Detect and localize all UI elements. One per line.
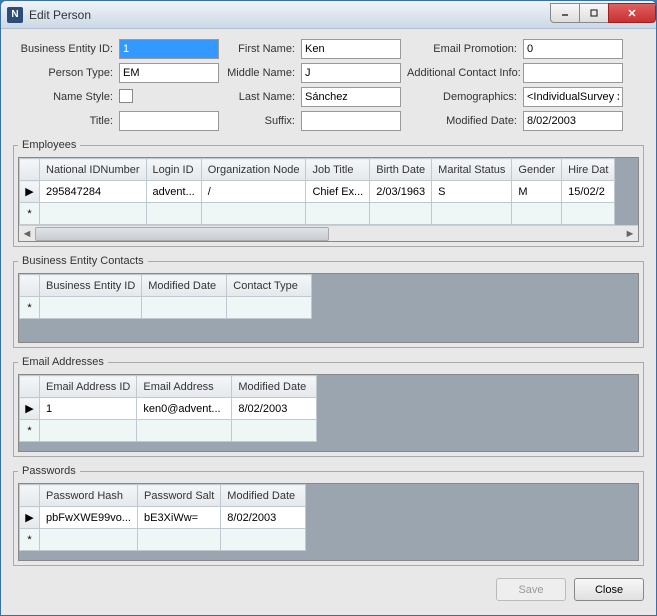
edit-person-window: N Edit Person Business Entity ID: First … [0,0,657,616]
label-fname: First Name: [225,43,295,55]
col-pwhash[interactable]: Password Hash [40,485,138,507]
emails-legend: Email Addresses [18,356,108,368]
last-name-field[interactable] [301,87,401,107]
label-beid: Business Entity ID: [13,43,113,55]
row-header-corner [20,159,40,181]
new-row-icon: * [20,420,40,442]
col-email-addr[interactable]: Email Address [137,376,232,398]
suffix-field[interactable] [301,111,401,131]
label-mname: Middle Name: [225,67,295,79]
cell[interactable]: pbFwXWE99vo... [40,507,138,529]
emails-grid[interactable]: Email Address ID Email Address Modified … [19,375,317,442]
label-title: Title: [13,115,113,127]
current-row-icon: ▶ [20,507,40,529]
additional-contact-info-field[interactable] [523,63,623,83]
new-row[interactable]: * [20,420,317,442]
cell[interactable]: 8/02/2003 [221,507,306,529]
col-hire-date[interactable]: Hire Dat [562,159,615,181]
col-pwsalt[interactable]: Password Salt [137,485,220,507]
employees-hscrollbar[interactable]: ◄ ► [19,225,638,241]
content-area: Business Entity ID: First Name: Email Pr… [1,29,656,615]
person-type-field[interactable] [119,63,219,83]
table-row[interactable]: ▶ pbFwXWE99vo... bE3XiWw= 8/02/2003 [20,507,306,529]
title-field[interactable] [119,111,219,131]
label-nstyle: Name Style: [13,91,113,103]
cell[interactable]: 8/02/2003 [232,398,317,420]
table-row[interactable]: ▶ 1 ken0@advent... 8/02/2003 [20,398,317,420]
middle-name-field[interactable] [301,63,401,83]
bec-legend: Business Entity Contacts [18,255,148,267]
cell[interactable]: S [432,181,512,203]
col-birth-date[interactable]: Birth Date [370,159,432,181]
col-ctype[interactable]: Contact Type [227,275,312,297]
label-mdate: Modified Date: [407,115,517,127]
person-form: Business Entity ID: First Name: Email Pr… [13,39,644,131]
emails-section: Email Addresses Email Address ID Email A… [13,356,644,457]
dialog-footer: Save Close [13,574,644,601]
cell[interactable]: 295847284 [40,181,147,203]
window-title: Edit Person [29,8,551,22]
employees-legend: Employees [18,139,80,151]
maximize-button[interactable] [579,3,609,23]
label-epromo: Email Promotion: [407,43,517,55]
col-login-id[interactable]: Login ID [146,159,201,181]
label-demo: Demographics: [407,91,517,103]
col-national-id[interactable]: National IDNumber [40,159,147,181]
current-row-icon: ▶ [20,398,40,420]
label-lname: Last Name: [225,91,295,103]
cell[interactable]: 15/02/2 [562,181,615,203]
col-mdate[interactable]: Modified Date [221,485,306,507]
app-icon: N [7,7,23,23]
label-suffix: Suffix: [225,115,295,127]
col-job-title[interactable]: Job Title [306,159,370,181]
col-org-node[interactable]: Organization Node [201,159,306,181]
passwords-section: Passwords Password Hash Password Salt Mo… [13,465,644,566]
save-button[interactable]: Save [496,578,566,601]
new-row[interactable]: * [20,297,312,319]
cell[interactable]: Chief Ex... [306,181,370,203]
label-aci: Additional Contact Info: [407,67,517,79]
label-ptype: Person Type: [13,67,113,79]
passwords-legend: Passwords [18,465,80,477]
employees-section: Employees National IDNumber Login ID Org… [13,139,644,247]
col-beid[interactable]: Business Entity ID [40,275,142,297]
cell[interactable]: ken0@advent... [137,398,232,420]
cell[interactable]: M [512,181,562,203]
new-row[interactable]: * [20,529,306,551]
demographics-field[interactable] [523,87,623,107]
cell[interactable]: 1 [40,398,137,420]
col-mdate[interactable]: Modified Date [232,376,317,398]
modified-date-field[interactable] [523,111,623,131]
minimize-button[interactable] [550,3,580,23]
cell[interactable]: 2/03/1963 [370,181,432,203]
table-row[interactable]: ▶ 295847284 advent... / Chief Ex... 2/03… [20,181,615,203]
new-row-icon: * [20,297,40,319]
scroll-left-icon[interactable]: ◄ [19,226,35,242]
col-marital-status[interactable]: Marital Status [432,159,512,181]
new-row[interactable]: * [20,203,615,225]
passwords-grid[interactable]: Password Hash Password Salt Modified Dat… [19,484,306,551]
first-name-field[interactable] [301,39,401,59]
col-email-id[interactable]: Email Address ID [40,376,137,398]
scroll-thumb[interactable] [35,227,329,241]
cell[interactable]: / [201,181,306,203]
bec-grid[interactable]: Business Entity ID Modified Date Contact… [19,274,312,319]
cell[interactable]: bE3XiWw= [137,507,220,529]
col-gender[interactable]: Gender [512,159,562,181]
close-window-button[interactable] [608,3,656,23]
new-row-icon: * [20,529,40,551]
bec-section: Business Entity Contacts Business Entity… [13,255,644,348]
employees-grid[interactable]: National IDNumber Login ID Organization … [19,158,615,225]
cell[interactable]: advent... [146,181,201,203]
new-row-icon: * [20,203,40,225]
titlebar[interactable]: N Edit Person [1,1,656,29]
scroll-right-icon[interactable]: ► [622,226,638,242]
name-style-checkbox[interactable] [119,89,133,103]
business-entity-id-field[interactable] [119,39,219,59]
email-promotion-field[interactable] [523,39,623,59]
col-mdate[interactable]: Modified Date [142,275,227,297]
current-row-icon: ▶ [20,181,40,203]
close-button[interactable]: Close [574,578,644,601]
